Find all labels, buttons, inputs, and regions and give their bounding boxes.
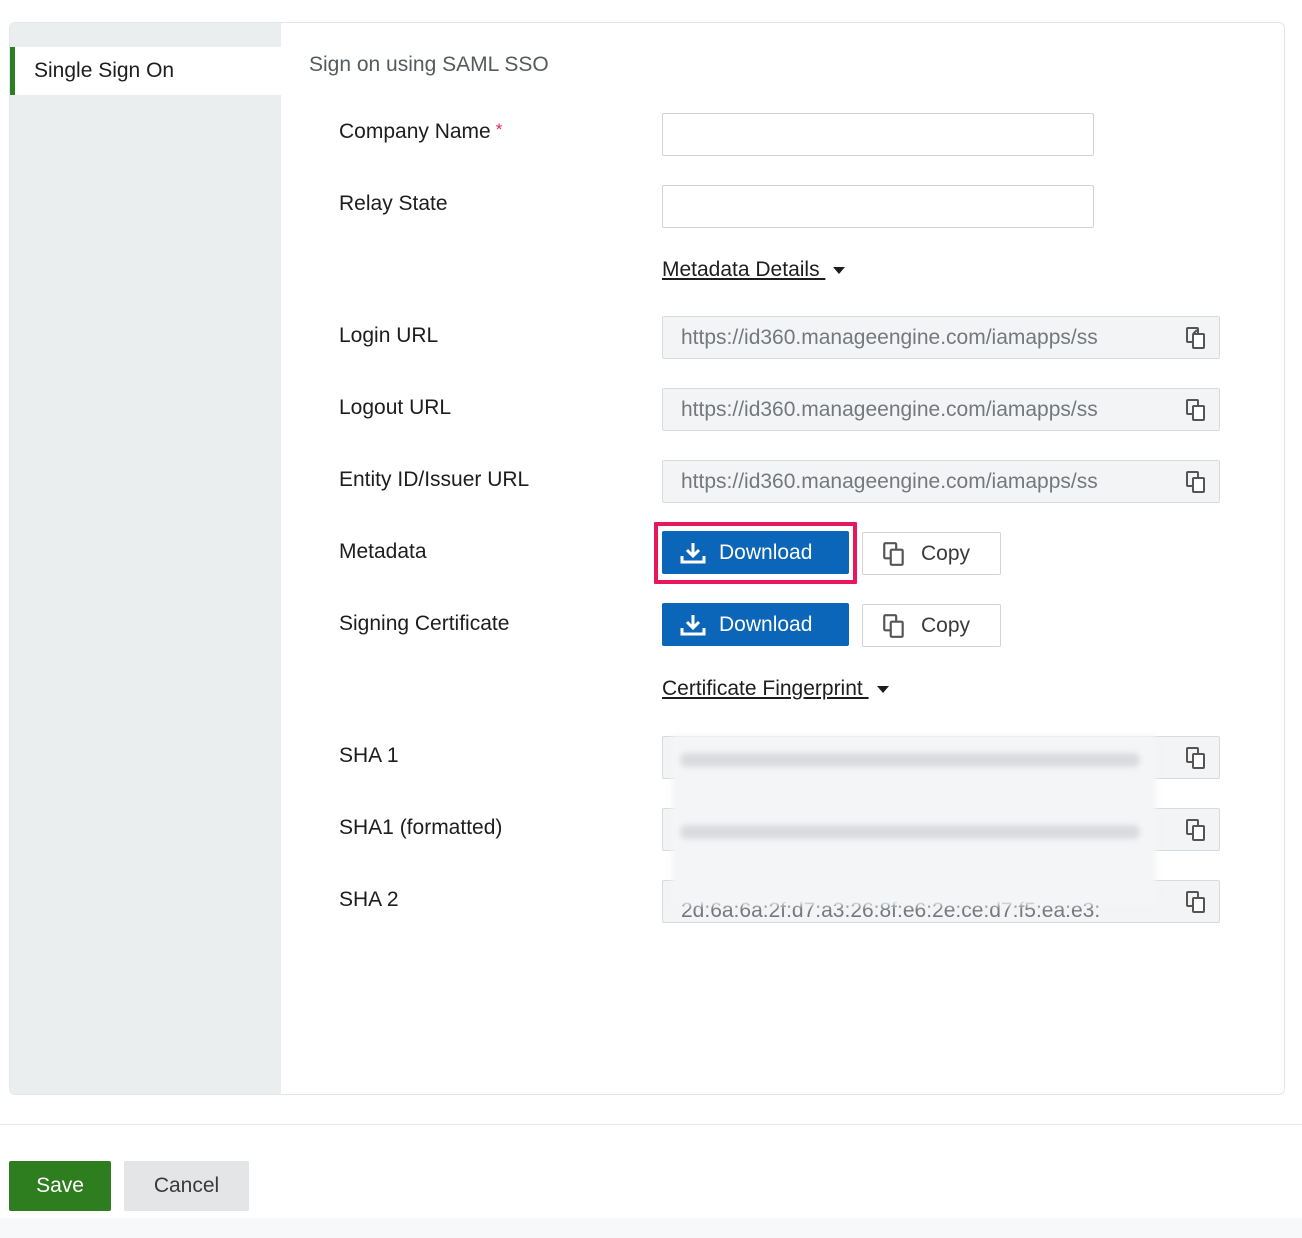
- caret-down-icon: [833, 266, 846, 274]
- sidebar-item-single-sign-on[interactable]: Single Sign On: [10, 47, 281, 95]
- sha2-value: 2d:6a:6a:2f:d7:a3:26:8f:e6:2e:ce:d7:f5:e…: [681, 899, 1101, 922]
- sso-settings-card: Single Sign On Sign on using SAML SSO Co…: [9, 22, 1285, 1095]
- logout-url-field[interactable]: https://id360.manageengine.com/iamapps/s…: [662, 388, 1220, 431]
- signing-certificate-label: Signing Certificate: [339, 612, 510, 635]
- copy-icon[interactable]: [1183, 469, 1209, 495]
- caret-down-icon: [876, 685, 889, 693]
- signing-certificate-copy-button[interactable]: Copy: [862, 604, 1001, 647]
- metadata-label: Metadata: [339, 540, 427, 563]
- copy-icon[interactable]: [1183, 889, 1209, 915]
- sha1-label: SHA 1: [339, 744, 399, 767]
- relay-state-input[interactable]: [662, 185, 1094, 228]
- company-name-label: Company Name *: [339, 120, 503, 143]
- login-url-field[interactable]: https://id360.manageengine.com/iamapps/s…: [662, 316, 1220, 359]
- entity-id-value: https://id360.manageengine.com/iamapps/s…: [681, 470, 1098, 493]
- required-mark: *: [495, 120, 503, 139]
- download-icon: [680, 614, 706, 635]
- login-url-value: https://id360.manageengine.com/iamapps/s…: [681, 326, 1098, 349]
- sha1-formatted-field[interactable]: [662, 808, 1220, 851]
- entity-id-label: Entity ID/Issuer URL: [339, 468, 530, 491]
- sha2-field[interactable]: 2d:6a:6a:2f:d7:a3:26:8f:e6:2e:ce:d7:f5:e…: [662, 880, 1220, 923]
- copy-icon[interactable]: [1183, 745, 1209, 771]
- copy-icon: [883, 541, 904, 566]
- metadata-details-toggle[interactable]: Metadata Details: [662, 258, 846, 282]
- copy-icon: [883, 613, 904, 638]
- certificate-fingerprint-toggle[interactable]: Certificate Fingerprint: [662, 677, 889, 701]
- logout-url-value: https://id360.manageengine.com/iamapps/s…: [681, 398, 1098, 421]
- sha1-value: [681, 737, 1157, 778]
- sha2-label: SHA 2: [339, 888, 399, 911]
- sidebar-item-label: Single Sign On: [34, 59, 175, 82]
- sidebar: Single Sign On: [10, 23, 281, 1094]
- sha1-formatted-label: SHA1 (formatted): [339, 816, 503, 839]
- footer-divider: [0, 1124, 1302, 1125]
- copy-icon[interactable]: [1183, 397, 1209, 423]
- section-title: Sign on using SAML SSO: [309, 53, 549, 76]
- company-name-input[interactable]: [662, 113, 1094, 156]
- sha1-formatted-value: [681, 809, 1157, 850]
- relay-state-label: Relay State: [339, 192, 448, 215]
- save-button[interactable]: Save: [9, 1161, 111, 1211]
- sha1-field[interactable]: [662, 736, 1220, 779]
- copy-icon[interactable]: [1183, 325, 1209, 351]
- copy-icon[interactable]: [1183, 817, 1209, 843]
- logout-url-label: Logout URL: [339, 396, 452, 419]
- metadata-download-button[interactable]: Download: [662, 531, 849, 574]
- login-url-label: Login URL: [339, 324, 439, 347]
- main-content: Sign on using SAML SSO Company Name * Rel…: [281, 23, 1284, 1094]
- footer-background: [0, 1218, 1302, 1238]
- metadata-copy-button[interactable]: Copy: [862, 532, 1001, 575]
- download-icon: [680, 542, 706, 563]
- entity-id-field[interactable]: https://id360.manageengine.com/iamapps/s…: [662, 460, 1220, 503]
- signing-certificate-download-button[interactable]: Download: [662, 603, 849, 646]
- cancel-button[interactable]: Cancel: [124, 1161, 249, 1211]
